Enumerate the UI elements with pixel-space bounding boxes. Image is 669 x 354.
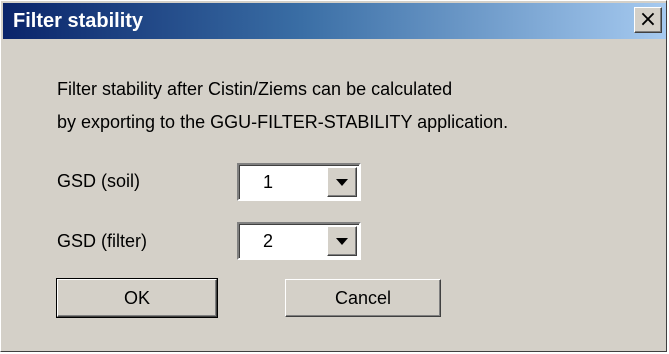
info-message-line-1: Filter stability after Cistin/Ziems can … bbox=[57, 79, 453, 99]
gsd-filter-label: GSD (filter) bbox=[57, 231, 147, 251]
close-button[interactable]: × bbox=[634, 7, 662, 33]
title-bar[interactable]: Filter stability × bbox=[3, 3, 666, 39]
close-icon: × bbox=[638, 7, 658, 32]
gsd-soil-select[interactable]: 1 bbox=[237, 163, 361, 201]
gsd-filter-dropdown-button[interactable] bbox=[327, 226, 357, 256]
gsd-soil-label: GSD (soil) bbox=[57, 171, 141, 191]
gsd-soil-value: 1 bbox=[263, 172, 274, 192]
gsd-soil-dropdown-button[interactable] bbox=[327, 167, 357, 197]
info-message: Filter stability after Cistin/Ziems can … bbox=[57, 73, 508, 139]
filter-stability-dialog: Filter stability × Filter stability afte… bbox=[0, 0, 667, 352]
ok-button[interactable]: OK bbox=[56, 278, 218, 318]
info-message-line-2: by exporting to the GGU-FILTER-STABILITY… bbox=[57, 112, 509, 132]
gsd-filter-select[interactable]: 2 bbox=[237, 222, 361, 260]
gsd-filter-value: 2 bbox=[263, 231, 274, 251]
window-title: Filter stability bbox=[13, 10, 144, 32]
chevron-down-icon bbox=[336, 238, 348, 245]
chevron-down-icon bbox=[336, 179, 348, 186]
cancel-button[interactable]: Cancel bbox=[285, 279, 441, 317]
